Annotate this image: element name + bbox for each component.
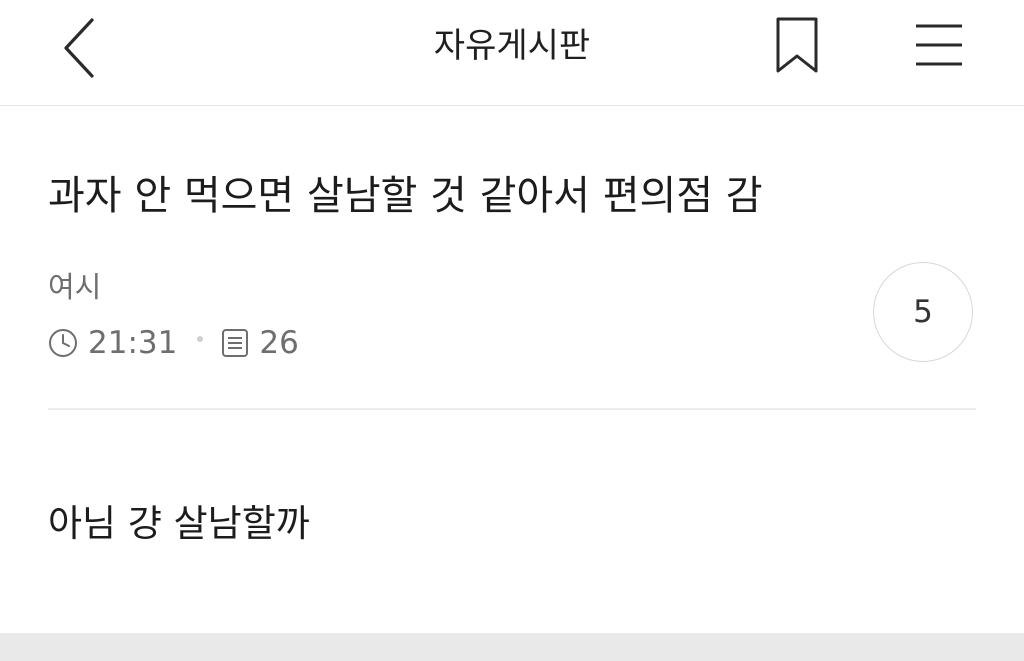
document-list-icon (222, 329, 249, 357)
menu-button[interactable] (906, 10, 972, 80)
top-app-bar: 자유게시판 (0, 0, 1024, 106)
back-button[interactable] (40, 8, 120, 80)
meta-separator (197, 336, 204, 342)
bookmark-icon (776, 17, 818, 73)
chevron-left-icon (64, 18, 94, 78)
view-count: 26 (259, 325, 299, 361)
post-meta: 21:31 26 (48, 322, 299, 364)
author-name[interactable]: 여시 (48, 268, 101, 306)
divider (48, 408, 976, 410)
post-body: 아님 걍 살남할까 (48, 502, 310, 545)
comment-count-button[interactable]: 5 (873, 262, 973, 362)
clock-icon (49, 329, 77, 357)
post-title: 과자 안 먹으면 살남할 것 같아서 편의점 감 (48, 173, 763, 219)
comment-count: 5 (913, 294, 933, 330)
section-separator (0, 633, 1024, 661)
bookmark-button[interactable] (766, 10, 828, 80)
hamburger-menu-icon (916, 24, 962, 66)
post-time: 21:31 (88, 325, 178, 361)
page-title: 자유게시판 (433, 26, 591, 66)
